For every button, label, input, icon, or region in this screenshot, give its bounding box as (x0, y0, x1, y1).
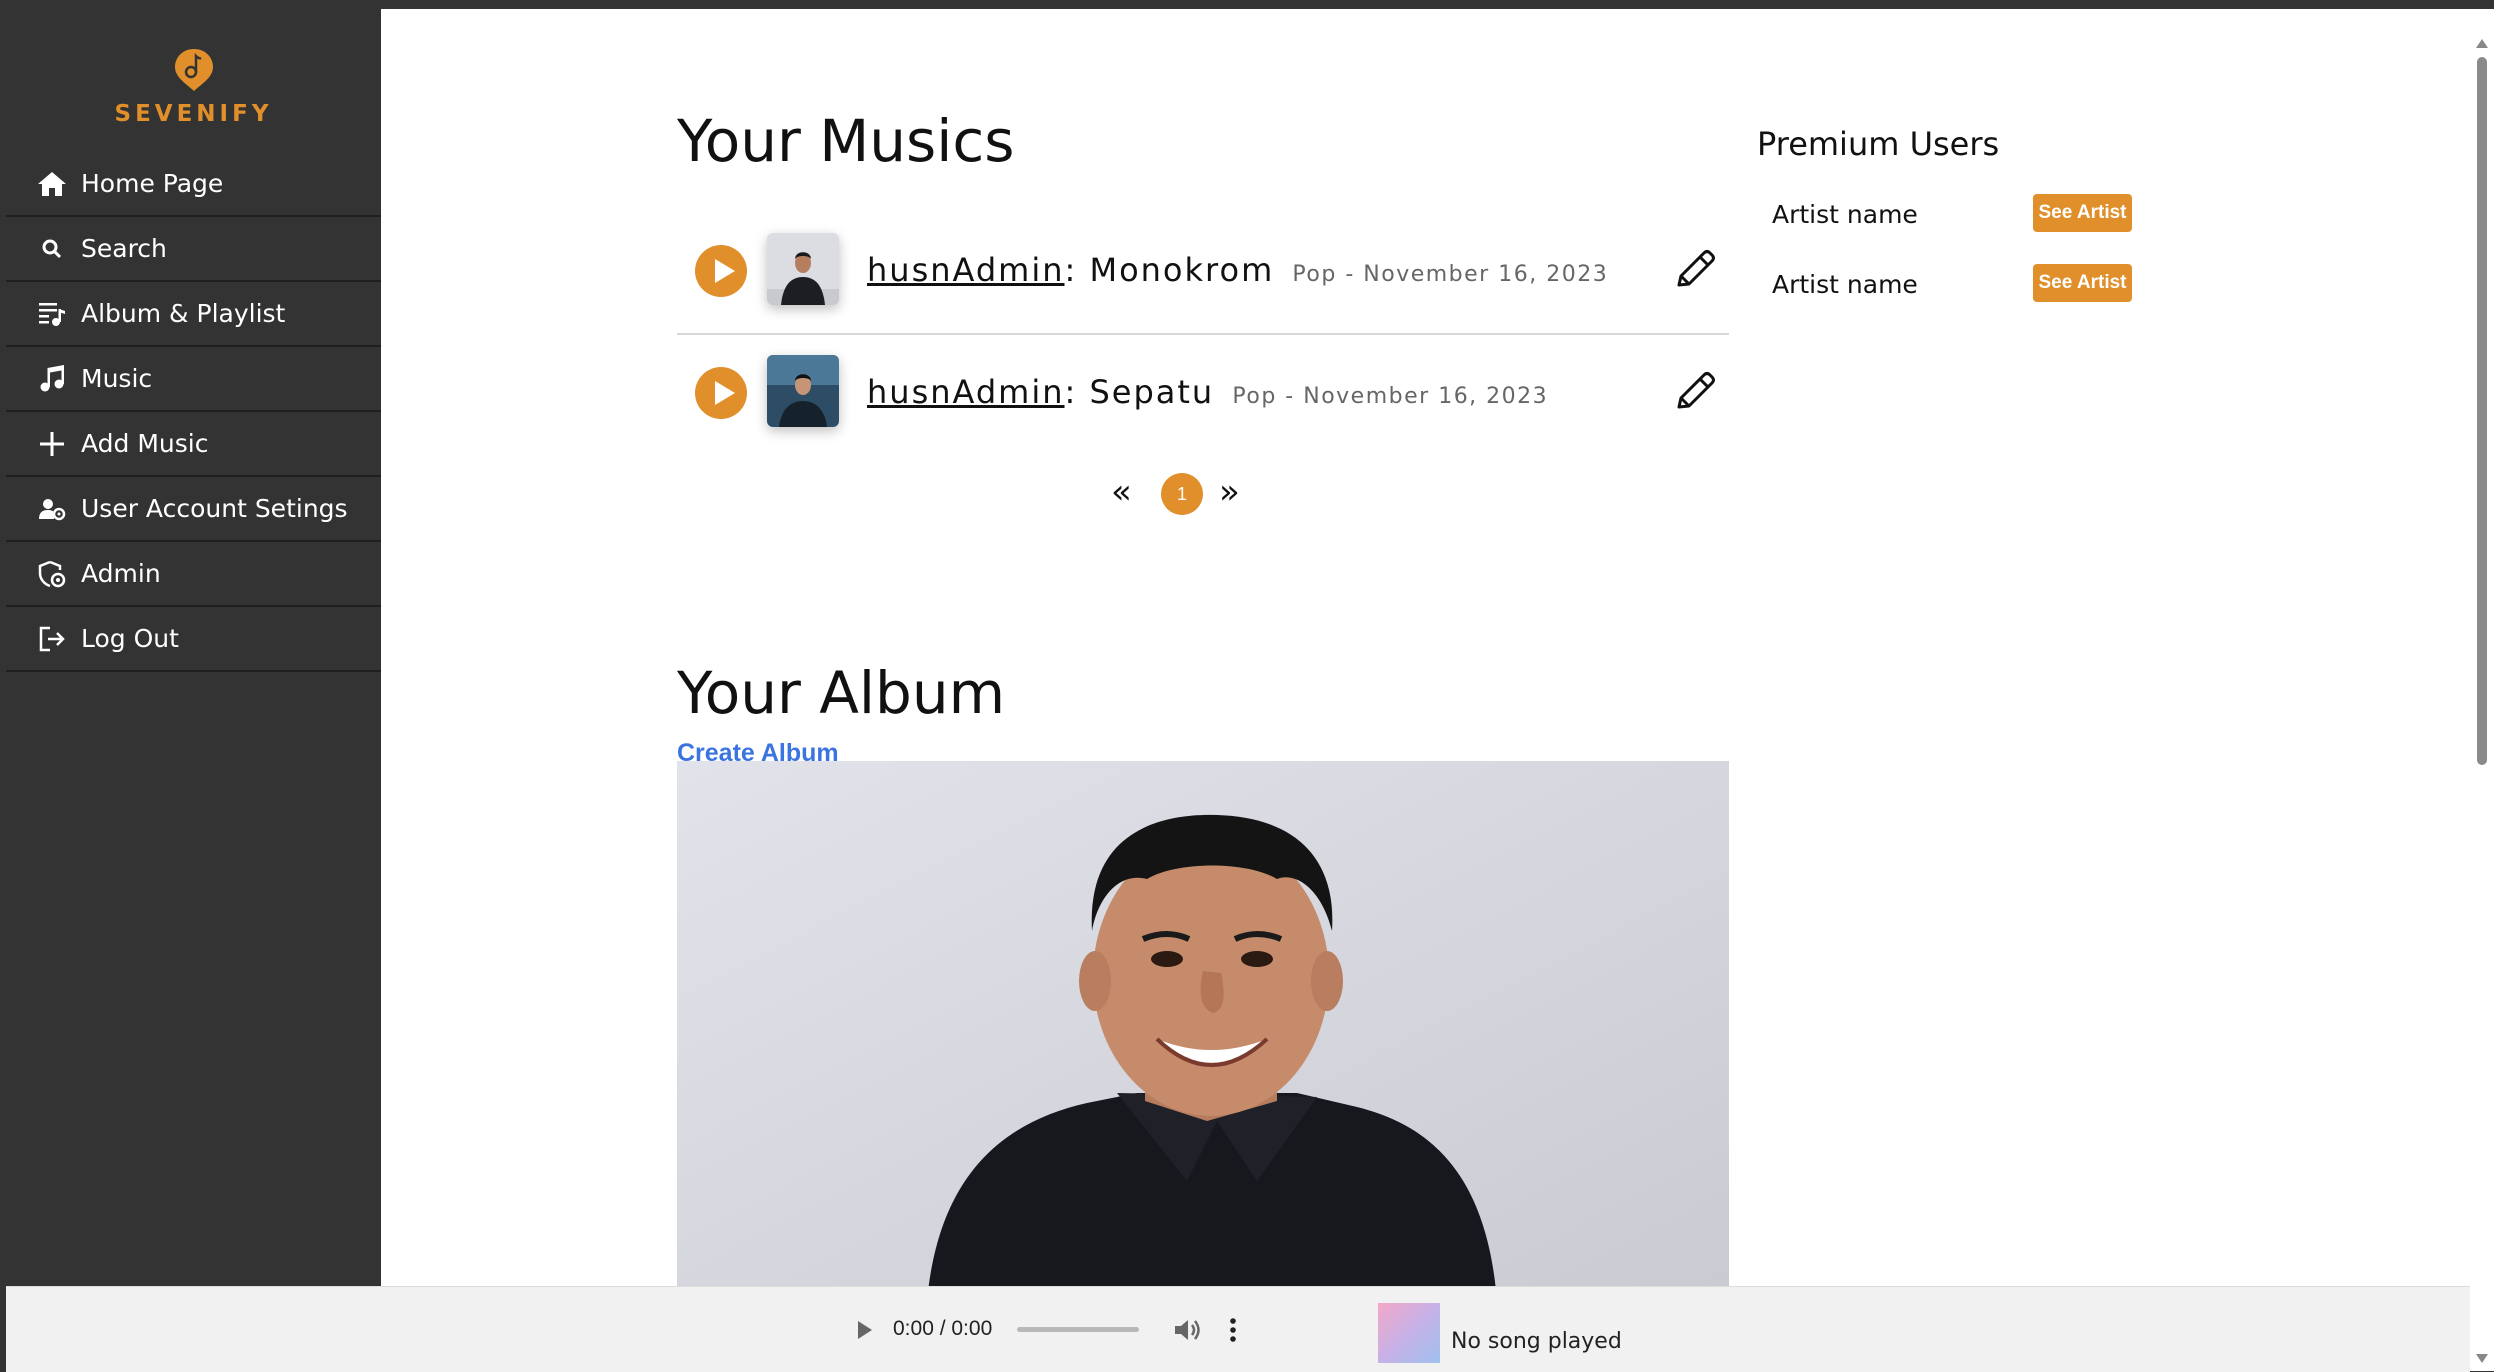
play-button[interactable] (695, 367, 747, 419)
window-top-bar (0, 0, 2494, 9)
sidebar-item-label: Admin (81, 559, 161, 588)
plus-icon (36, 428, 68, 460)
sidebar-item-label: Music (81, 364, 153, 393)
scroll-up-arrow-icon[interactable] (2476, 39, 2488, 48)
more-options-icon[interactable] (1228, 1317, 1238, 1343)
title-colon: : (1064, 373, 1090, 411)
pagination: « 1 » (1111, 469, 1251, 519)
song-title: husnAdmin: Monokrom Pop - November 16, 2… (867, 251, 1608, 289)
edit-pencil-icon[interactable] (1669, 245, 1719, 295)
meta-separator: - (1285, 384, 1295, 409)
sidebar-nav: Home Page Search Album & Playlist Music … (6, 152, 381, 672)
audio-player-bar: 0:00 / 0:00 No song played (6, 1286, 2470, 1372)
premium-users-heading: Premium Users (1757, 125, 2000, 163)
brand-logo[interactable]: SEVENIFY (6, 27, 381, 127)
see-artist-button[interactable]: See Artist (2033, 264, 2132, 302)
sidebar-item-user-account-settings[interactable]: User Account Setings (6, 477, 381, 542)
scrollbar-thumb[interactable] (2477, 57, 2487, 765)
user-gear-icon (36, 493, 68, 525)
artist-name: Artist name (1772, 270, 1918, 299)
song-meta: Pop - November 16, 2023 (1292, 262, 1608, 287)
brand-name: SEVENIFY (114, 101, 273, 127)
sidebar-item-add-music[interactable]: Add Music (6, 412, 381, 477)
meta-separator: - (1345, 262, 1355, 287)
player-progress-bar[interactable] (1017, 1327, 1139, 1332)
home-icon (36, 168, 68, 200)
page-scrollbar[interactable] (2470, 9, 2494, 1371)
song-name: Monokrom (1089, 251, 1275, 289)
sidebar-item-search[interactable]: Search (6, 217, 381, 282)
main-content: Your Musics husnAdmin: Monokrom Pop - No… (381, 9, 2470, 1286)
now-playing-status: No song played (1451, 1329, 1622, 1354)
song-genre: Pop (1232, 384, 1277, 409)
search-icon (36, 233, 68, 265)
premium-artist-row: Artist name See Artist (1772, 264, 2172, 306)
sidebar-item-admin[interactable]: Admin (6, 542, 381, 607)
sidebar-item-logout[interactable]: Log Out (6, 607, 381, 672)
volume-icon[interactable] (1172, 1315, 1202, 1345)
play-button[interactable] (695, 245, 747, 297)
song-name: Sepatu (1089, 373, 1215, 411)
logout-icon (36, 623, 68, 655)
pagination-page-button[interactable]: 1 (1161, 473, 1203, 515)
logo-pin-icon (175, 49, 213, 91)
now-playing-thumbnail (1378, 1303, 1440, 1363)
admin-shield-icon (36, 558, 68, 590)
song-genre: Pop (1292, 262, 1337, 287)
song-row: husnAdmin: Sepatu Pop - November 16, 202… (677, 337, 1729, 455)
sidebar-item-label: Search (81, 234, 167, 263)
sidebar-item-home[interactable]: Home Page (6, 152, 381, 217)
player-play-icon[interactable] (858, 1321, 872, 1339)
song-row: husnAdmin: Monokrom Pop - November 16, 2… (677, 215, 1729, 335)
pagination-next-button[interactable]: » (1219, 475, 1240, 509)
song-thumbnail (767, 355, 839, 427)
song-date: November 16, 2023 (1363, 262, 1609, 287)
album-cover-image[interactable] (677, 761, 1729, 1286)
sidebar-item-label: Home Page (81, 169, 224, 198)
your-musics-heading: Your Musics (677, 107, 1015, 175)
player-time: 0:00 / 0:00 (893, 1317, 993, 1340)
sidebar-item-label: User Account Setings (81, 494, 348, 523)
sidebar: SEVENIFY Home Page Search Album & Playli… (6, 9, 381, 1286)
song-user-link[interactable]: husnAdmin (867, 251, 1065, 289)
see-artist-button[interactable]: See Artist (2033, 194, 2132, 232)
scroll-down-arrow-icon[interactable] (2476, 1354, 2488, 1363)
song-date: November 16, 2023 (1303, 384, 1549, 409)
sidebar-item-music[interactable]: Music (6, 347, 381, 412)
title-colon: : (1064, 251, 1090, 289)
sidebar-item-album-playlist[interactable]: Album & Playlist (6, 282, 381, 347)
sidebar-item-label: Log Out (81, 624, 179, 653)
edit-pencil-icon[interactable] (1669, 367, 1719, 417)
playlist-icon (36, 298, 68, 330)
artist-name: Artist name (1772, 200, 1918, 229)
sidebar-item-label: Add Music (81, 429, 209, 458)
song-user-link[interactable]: husnAdmin (867, 373, 1065, 411)
song-thumbnail (767, 233, 839, 305)
sidebar-item-label: Album & Playlist (81, 299, 286, 328)
your-album-heading: Your Album (677, 659, 1006, 727)
music-note-icon (36, 363, 68, 395)
pagination-prev-button[interactable]: « (1111, 475, 1132, 509)
premium-artist-row: Artist name See Artist (1772, 194, 2172, 236)
song-meta: Pop - November 16, 2023 (1232, 384, 1548, 409)
song-title: husnAdmin: Sepatu Pop - November 16, 202… (867, 373, 1548, 411)
